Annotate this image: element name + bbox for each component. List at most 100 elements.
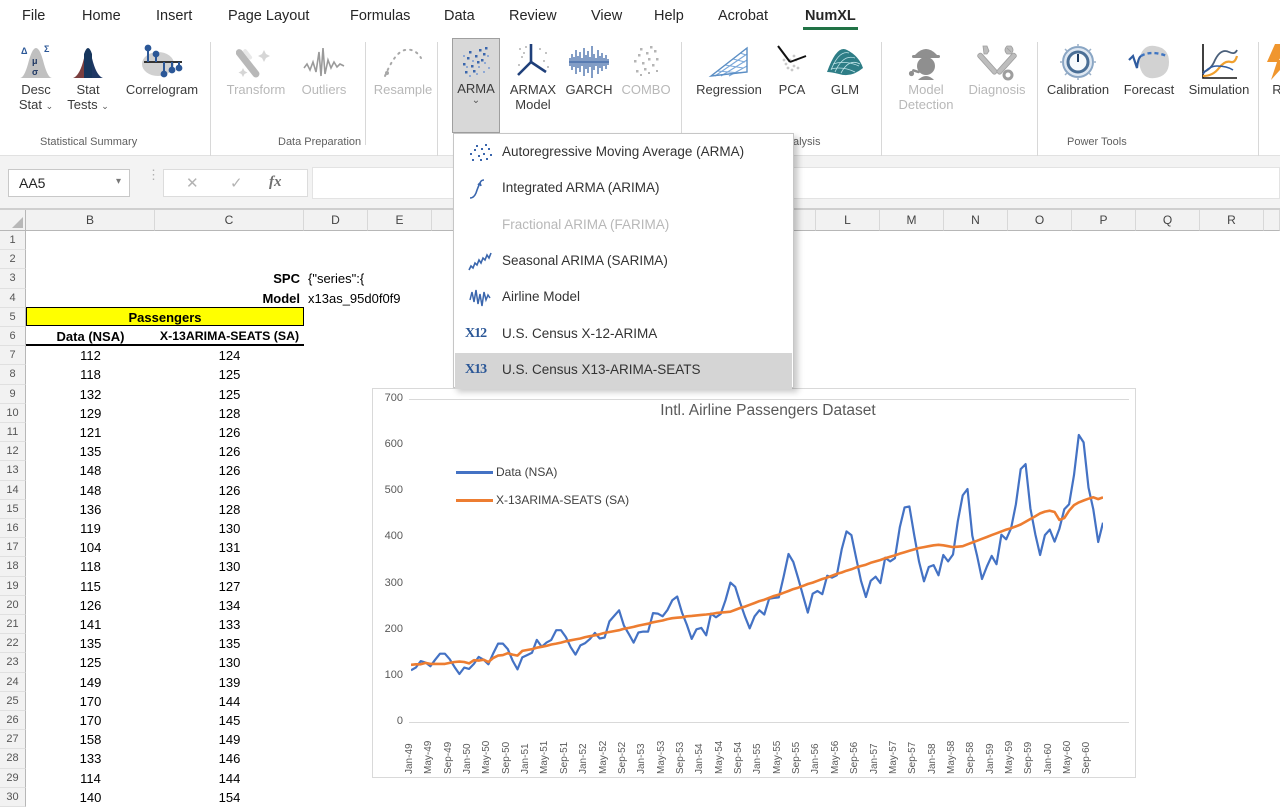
row-number-29[interactable]: 29 (0, 769, 26, 788)
column-header-N[interactable]: N (944, 210, 1008, 231)
cell-col1-header[interactable]: Data (NSA) (26, 327, 155, 346)
table-row-b24[interactable]: 149 (26, 673, 155, 692)
partial-right-button[interactable]: R (1262, 38, 1280, 134)
row-number-3[interactable]: 3 (0, 269, 26, 288)
cell-col2-header[interactable]: X-13ARIMA-SEATS (SA) (155, 327, 304, 346)
column-header-partial[interactable] (1264, 210, 1280, 231)
row-number-9[interactable]: 9 (0, 385, 26, 404)
table-row-b11[interactable]: 121 (26, 423, 155, 442)
table-row-c11[interactable]: 126 (155, 423, 304, 442)
menu-view[interactable]: View (591, 8, 622, 24)
row-number-11[interactable]: 11 (0, 423, 26, 442)
menu-item-airline-model[interactable]: Airline Model (455, 280, 792, 316)
menu-acrobat[interactable]: Acrobat (718, 8, 768, 24)
row-number-25[interactable]: 25 (0, 692, 26, 711)
table-row-c22[interactable]: 135 (155, 634, 304, 653)
table-row-c21[interactable]: 133 (155, 615, 304, 634)
row-number-15[interactable]: 15 (0, 500, 26, 519)
cell-model-label[interactable]: Model (155, 289, 300, 308)
table-row-b22[interactable]: 135 (26, 634, 155, 653)
row-number-27[interactable]: 27 (0, 730, 26, 749)
menu-home[interactable]: Home (82, 8, 121, 24)
table-row-b28[interactable]: 133 (26, 749, 155, 768)
row-number-1[interactable]: 1 (0, 231, 26, 250)
row-number-23[interactable]: 23 (0, 653, 26, 672)
row-number-12[interactable]: 12 (0, 442, 26, 461)
table-row-b20[interactable]: 126 (26, 596, 155, 615)
table-row-b27[interactable]: 158 (26, 730, 155, 749)
table-row-c16[interactable]: 130 (155, 519, 304, 538)
correlogram-button[interactable]: Correlogram (118, 38, 206, 134)
table-row-b7[interactable]: 112 (26, 346, 155, 365)
row-number-24[interactable]: 24 (0, 673, 26, 692)
menu-formulas[interactable]: Formulas (350, 8, 410, 24)
arma-button-pressed[interactable]: ARMA ⌄ (452, 38, 500, 133)
cell-model-value[interactable]: x13as_95d0f0f9 (308, 289, 401, 308)
cell-spc-label[interactable]: SPC (155, 269, 300, 288)
table-row-b10[interactable]: 129 (26, 404, 155, 423)
column-header-C[interactable]: C (155, 210, 304, 231)
cancel-icon[interactable]: ✕ (186, 174, 199, 192)
table-row-b17[interactable]: 104 (26, 538, 155, 557)
menu-numxl-active[interactable]: NumXL (805, 8, 856, 24)
menu-help[interactable]: Help (654, 8, 684, 24)
table-row-c30[interactable]: 154 (155, 788, 304, 807)
table-row-c14[interactable]: 126 (155, 481, 304, 500)
table-row-b23[interactable]: 125 (26, 653, 155, 672)
table-row-c29[interactable]: 144 (155, 769, 304, 788)
menu-item-sarima[interactable]: Seasonal ARIMA (SARIMA) (455, 244, 792, 280)
table-row-c10[interactable]: 128 (155, 404, 304, 423)
select-all-corner[interactable] (0, 210, 26, 231)
row-number-5[interactable]: 5 (0, 308, 26, 327)
table-row-c19[interactable]: 127 (155, 577, 304, 596)
column-header-R[interactable]: R (1200, 210, 1264, 231)
table-row-b13[interactable]: 148 (26, 461, 155, 480)
insert-function-icon[interactable]: fx (269, 174, 282, 191)
embedded-chart[interactable]: Intl. Airline Passengers Dataset 0100200… (372, 388, 1136, 778)
pca-button[interactable]: PCA (772, 38, 812, 134)
row-number-14[interactable]: 14 (0, 481, 26, 500)
table-row-c20[interactable]: 134 (155, 596, 304, 615)
column-header-O[interactable]: O (1008, 210, 1072, 231)
row-number-16[interactable]: 16 (0, 519, 26, 538)
table-row-b9[interactable]: 132 (26, 385, 155, 404)
table-row-c9[interactable]: 125 (155, 385, 304, 404)
row-number-21[interactable]: 21 (0, 615, 26, 634)
row-number-30[interactable]: 30 (0, 788, 26, 807)
table-row-b8[interactable]: 118 (26, 365, 155, 384)
table-row-c12[interactable]: 126 (155, 442, 304, 461)
column-header-B[interactable]: B (26, 210, 155, 231)
menu-data[interactable]: Data (444, 8, 475, 24)
column-header-D[interactable]: D (304, 210, 368, 231)
table-row-c28[interactable]: 146 (155, 749, 304, 768)
cell-spc-value[interactable]: {"series":{ (308, 269, 364, 288)
stat-tests-button[interactable]: Stat Tests ⌄ (62, 38, 114, 134)
table-row-c24[interactable]: 139 (155, 673, 304, 692)
name-box[interactable]: AA5 ▾ (8, 169, 130, 197)
table-row-b16[interactable]: 119 (26, 519, 155, 538)
table-row-c23[interactable]: 130 (155, 653, 304, 672)
garch-button[interactable]: GARCH (563, 38, 615, 134)
table-row-c25[interactable]: 144 (155, 692, 304, 711)
column-header-P[interactable]: P (1072, 210, 1136, 231)
column-header-L[interactable]: L (816, 210, 880, 231)
calibration-button[interactable]: Calibration (1042, 38, 1114, 134)
row-number-7[interactable]: 7 (0, 346, 26, 365)
column-header-E[interactable]: E (368, 210, 432, 231)
table-row-b21[interactable]: 141 (26, 615, 155, 634)
row-number-26[interactable]: 26 (0, 711, 26, 730)
regression-button[interactable]: Regression (690, 38, 768, 134)
row-number-6[interactable]: 6 (0, 327, 26, 346)
table-row-b12[interactable]: 135 (26, 442, 155, 461)
row-number-19[interactable]: 19 (0, 577, 26, 596)
armax-model-button[interactable]: ARMAX Model (505, 38, 561, 134)
menu-item-arima[interactable]: Integrated ARMA (ARIMA) (455, 171, 792, 207)
name-box-dropdown-icon[interactable]: ▾ (116, 176, 121, 187)
row-number-22[interactable]: 22 (0, 634, 26, 653)
menu-insert[interactable]: Insert (156, 8, 192, 24)
table-row-b18[interactable]: 118 (26, 557, 155, 576)
menu-item-x12-arima[interactable]: X12 U.S. Census X-12-ARIMA (455, 317, 792, 353)
row-number-10[interactable]: 10 (0, 404, 26, 423)
simulation-button[interactable]: Simulation (1184, 38, 1254, 134)
menu-item-arma[interactable]: Autoregressive Moving Average (ARMA) (455, 135, 792, 171)
